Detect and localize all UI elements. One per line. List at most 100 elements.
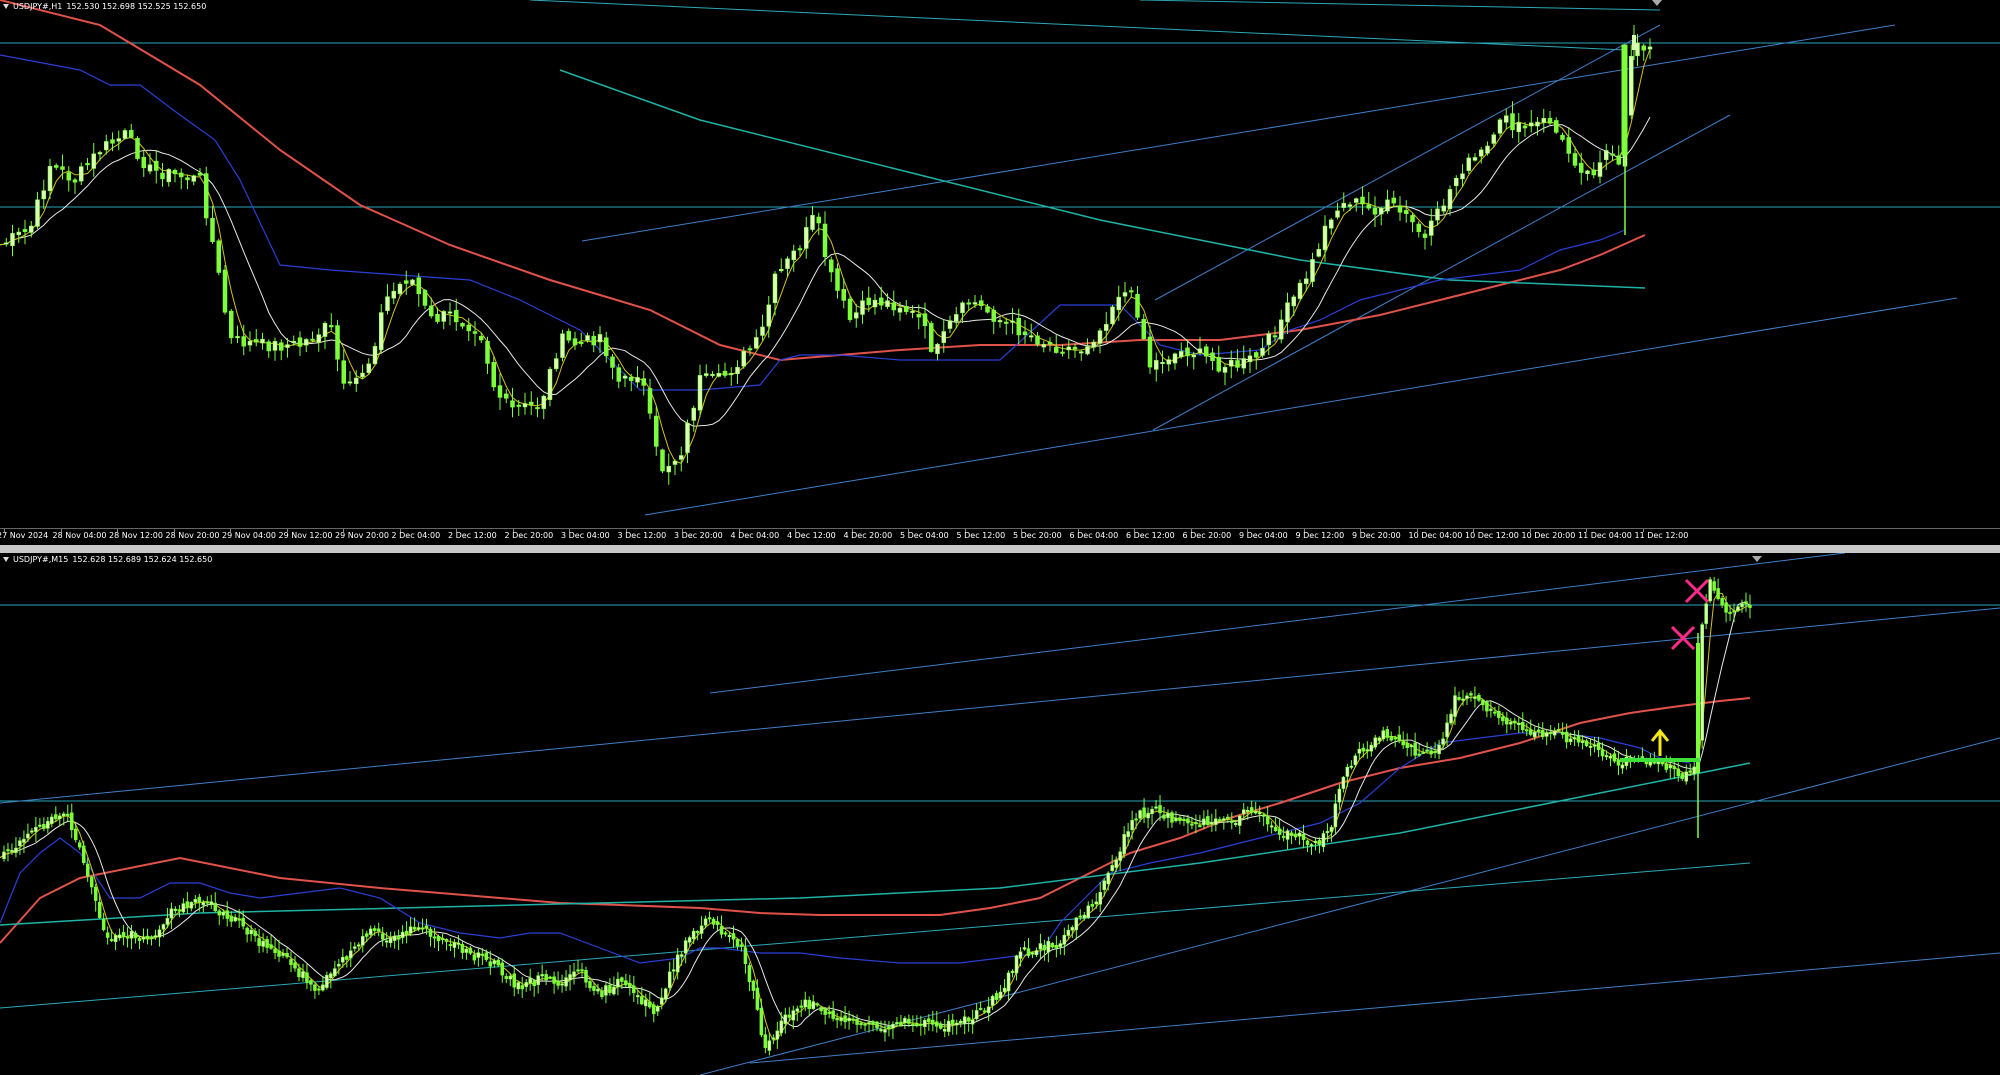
m15-chart-canvas[interactable] (0, 553, 2000, 1075)
candle-body (640, 996, 644, 1005)
candle-body (1329, 827, 1334, 832)
candle-body (1479, 149, 1484, 157)
time-axis-label: 9 Dec 12:00 (1295, 531, 1345, 540)
candle-body (285, 344, 290, 348)
candle-body (791, 250, 796, 260)
candle-body (823, 1008, 827, 1015)
candle-body (491, 362, 496, 388)
candle-body (1034, 950, 1039, 956)
pane-separator[interactable] (0, 545, 2000, 553)
time-axis-label: 6 Dec 12:00 (1126, 531, 1175, 540)
candle-body (169, 908, 174, 919)
candle-body (54, 814, 58, 820)
ma-blue-line (0, 732, 1691, 964)
candle-body (1485, 145, 1490, 154)
candle-body (1130, 820, 1134, 831)
h1-chart-canvas[interactable] (0, 0, 2000, 528)
candle-body (197, 172, 203, 176)
candle-body (145, 935, 150, 940)
candle-body (552, 976, 556, 984)
candle-body (50, 816, 54, 824)
candle-body (89, 876, 94, 888)
candle-body (34, 826, 38, 832)
candle-body (512, 973, 516, 988)
candle-body (1142, 807, 1146, 818)
candle-body (1010, 320, 1015, 323)
candle-body (1748, 605, 1752, 608)
candle-body (576, 969, 580, 972)
candle-body (600, 990, 604, 997)
candle-body (1114, 859, 1118, 868)
candle-body (1110, 865, 1114, 871)
candle-body (492, 960, 497, 965)
candle-body (1335, 210, 1340, 218)
candle-body (785, 258, 790, 269)
candle-body (225, 910, 229, 919)
candle-body (1297, 282, 1303, 299)
candle-body (1047, 341, 1053, 345)
candle-body (1079, 351, 1084, 354)
time-axis-label: 28 Nov 04:00 (52, 531, 107, 540)
candle-body (54, 165, 59, 168)
candle-body (1210, 352, 1215, 362)
candle-body (1732, 610, 1736, 613)
candle-body (1591, 169, 1596, 176)
candle-body (464, 948, 469, 953)
candle-body (428, 928, 433, 937)
candle-body (859, 1022, 863, 1025)
candle-body (1600, 749, 1605, 757)
candle-body (1285, 830, 1290, 840)
candle-body (1680, 773, 1684, 779)
candle-body (297, 337, 303, 347)
candle-body (655, 1006, 660, 1012)
candle-body (679, 455, 684, 460)
candle-body (1060, 351, 1065, 354)
candle-body (1668, 765, 1673, 769)
shift-marker-icon[interactable] (1752, 556, 1762, 562)
candle-body (1122, 292, 1128, 297)
candle-body (1652, 761, 1657, 764)
candle-body (1517, 723, 1521, 726)
collapse-triangle-icon[interactable] (3, 4, 9, 9)
candle-body (1166, 813, 1170, 818)
candle-body (791, 1010, 796, 1021)
candle-body (466, 324, 471, 332)
candle-body (966, 1017, 971, 1022)
h1-chart-pane[interactable]: USDJPY#,H1 152.530 152.698 152.525 152.6… (0, 0, 2000, 528)
candle-body (659, 997, 664, 1005)
time-axis-label: 4 Dec 12:00 (787, 531, 836, 540)
candle-body (1610, 153, 1615, 156)
candle-body (1529, 729, 1533, 735)
candle-body (923, 1020, 927, 1027)
candle-body (729, 373, 734, 376)
candle-body (954, 314, 959, 322)
candle-body (257, 938, 261, 946)
candle-body (460, 944, 465, 953)
candle-body (289, 959, 293, 966)
channel-line (1152, 114, 1731, 431)
candle-body (1616, 155, 1621, 165)
m15-chart-pane[interactable]: USDJPY#,M15 152.628 152.689 152.624 152.… (0, 553, 2000, 1075)
candle-body (604, 337, 609, 357)
candle-body (536, 975, 540, 986)
candle-body (1029, 335, 1034, 338)
collapse-triangle-icon[interactable] (3, 557, 9, 562)
candle-body (165, 918, 170, 925)
candle-body (541, 395, 546, 409)
time-axis-label: 28 Nov 20:00 (165, 531, 220, 540)
candle-body (241, 917, 245, 927)
candle-body (691, 407, 696, 421)
candle-body (759, 1007, 764, 1036)
candle-body (1058, 943, 1063, 948)
candle-body (532, 980, 536, 987)
candle-body (1353, 755, 1358, 766)
candle-body (1229, 359, 1234, 367)
candle-body (1481, 699, 1485, 706)
candle-body (1608, 756, 1613, 759)
candle-body (209, 901, 214, 905)
candle-body (1521, 722, 1525, 731)
candle-body (997, 320, 1003, 323)
time-axis-label: 29 Nov 20:00 (335, 531, 389, 540)
shift-marker-icon[interactable] (1652, 0, 1662, 6)
candle-body (60, 166, 65, 170)
